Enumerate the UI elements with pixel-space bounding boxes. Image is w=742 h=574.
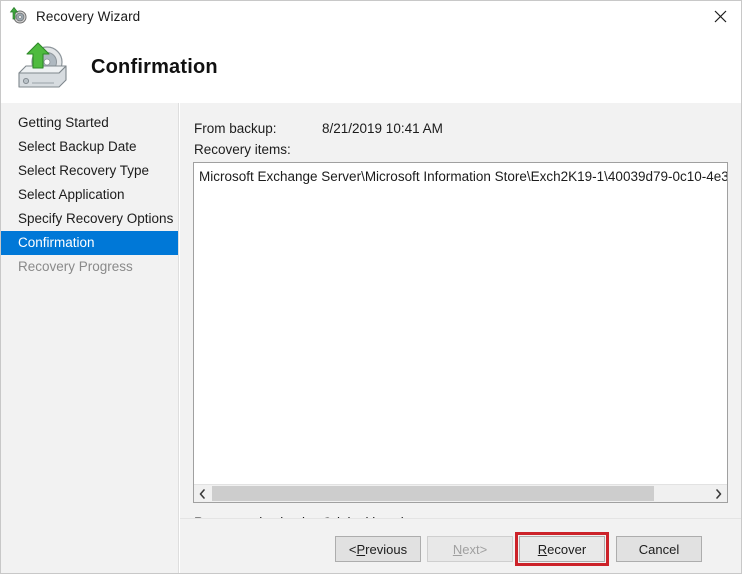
recovery-disk-icon <box>8 6 28 26</box>
sidebar-item-select-application[interactable]: Select Application <box>1 183 178 207</box>
recovery-hard-drive-icon <box>11 42 73 92</box>
recovery-wizard-window: Recovery Wizard Confirmation Getting Sta… <box>0 0 742 574</box>
sidebar-item-select-recovery-type[interactable]: Select Recovery Type <box>1 159 178 183</box>
page-header: Confirmation <box>1 31 741 103</box>
scrollbar-thumb[interactable] <box>212 486 654 501</box>
content-pane: From backup: 8/21/2019 10:41 AM Recovery… <box>180 103 741 573</box>
recovery-items-row: Recovery items: <box>194 142 291 157</box>
next-rest: ext <box>462 541 480 557</box>
sidebar-item-specify-recovery-options[interactable]: Specify Recovery Options <box>1 207 178 231</box>
horizontal-scrollbar[interactable] <box>194 484 727 502</box>
wizard-step-sidebar: Getting Started Select Backup Date Selec… <box>1 103 179 573</box>
next-suffix: > <box>479 541 488 557</box>
recovery-items-listbox[interactable]: Microsoft Exchange Server\Microsoft Info… <box>193 162 728 503</box>
wizard-button-bar: < Previous Next > Recover Cancel <box>180 518 741 573</box>
recover-rest: ecover <box>547 541 587 557</box>
page-title: Confirmation <box>91 55 218 78</box>
recover-button[interactable]: Recover <box>519 536 605 562</box>
confirmation-details: From backup: 8/21/2019 10:41 AM Recovery… <box>180 103 741 530</box>
from-backup-label: From backup: <box>194 121 277 136</box>
sidebar-item-getting-started[interactable]: Getting Started <box>1 111 178 135</box>
previous-accel: P <box>356 541 366 557</box>
chevron-left-icon[interactable] <box>194 485 211 502</box>
close-icon[interactable] <box>697 1 741 31</box>
next-button: Next > <box>427 536 513 562</box>
title-bar: Recovery Wizard <box>1 1 741 31</box>
recovery-item-path: Microsoft Exchange Server\Microsoft Info… <box>199 169 727 184</box>
window-title: Recovery Wizard <box>36 8 141 24</box>
from-backup-row: From backup: 8/21/2019 10:41 AM <box>194 121 443 136</box>
previous-rest: revious <box>365 541 408 557</box>
cancel-button[interactable]: Cancel <box>616 536 702 562</box>
previous-button[interactable]: < Previous <box>335 536 421 562</box>
next-accel: N <box>452 541 463 557</box>
recover-accel: R <box>537 541 548 557</box>
sidebar-item-recovery-progress: Recovery Progress <box>18 259 133 274</box>
chevron-right-icon[interactable] <box>710 485 727 502</box>
recovery-items-label: Recovery items: <box>194 142 291 157</box>
sidebar-item-select-backup-date[interactable]: Select Backup Date <box>1 135 178 159</box>
previous-prefix: < <box>348 541 357 557</box>
from-backup-value: 8/21/2019 10:41 AM <box>322 121 443 136</box>
sidebar-item-confirmation[interactable]: Confirmation <box>1 231 178 255</box>
